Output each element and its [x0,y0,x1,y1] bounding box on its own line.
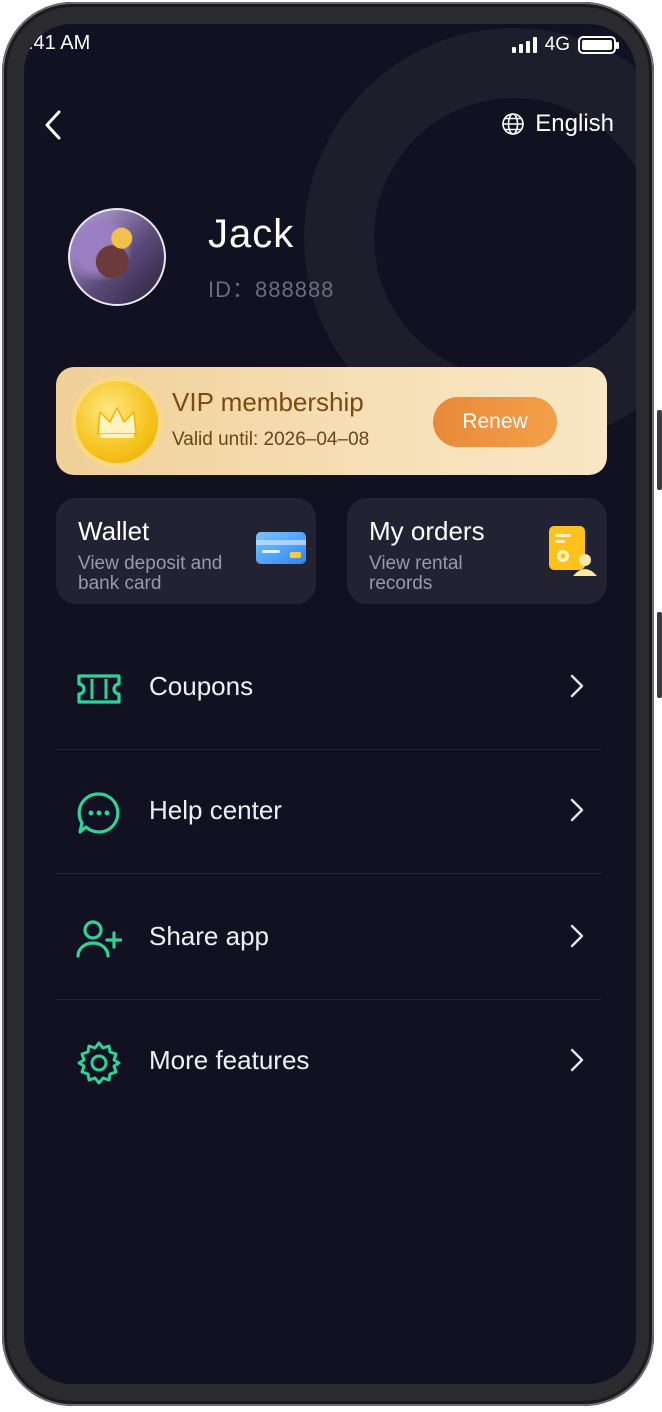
my-orders-subtitle: View rental records [369,553,463,594]
power-button [657,612,662,698]
ticket-icon [76,666,122,712]
chat-bubble-icon [76,790,122,836]
menu-item-help-center[interactable]: Help center [56,750,602,874]
menu-label-more-features: More features [149,1045,310,1075]
gear-icon [76,1040,122,1086]
user-id: ID：888888 [208,277,335,302]
chevron-right-icon [570,798,584,822]
menu-label-coupons: Coupons [149,671,254,701]
vip-membership-card[interactable]: VIP membership Valid until: 2026–04–08 R… [56,367,607,475]
chevron-right-icon [570,1048,584,1072]
renew-button[interactable]: Renew [433,397,557,447]
menu-item-share-app[interactable]: Share app [56,876,602,1000]
order-document-icon [545,524,599,583]
battery-icon [578,36,619,54]
vip-valid-until: Valid until: 2026–04–08 [172,429,370,450]
my-orders-title: My orders [369,516,485,546]
status-indicators: 4G [511,34,619,56]
chevron-right-icon [570,924,584,948]
menu-label-share-app: Share app [149,921,269,951]
signal-icon [511,37,537,53]
language-selector[interactable]: English [501,110,614,138]
menu-label-help-center: Help center [149,795,282,825]
chevron-left-icon [45,110,61,140]
volume-button [657,410,662,490]
menu-item-coupons[interactable]: Coupons [56,626,602,750]
avatar[interactable] [68,208,166,306]
bank-card-icon [254,528,308,573]
app-screen: :41 AM 4G English Jack ID：888888 VIP mem… [24,24,636,1384]
my-orders-tile[interactable]: My orders View rental records [347,498,607,604]
menu-item-more-features[interactable]: More features [56,1000,602,1124]
add-user-icon [76,916,122,962]
wallet-title: Wallet [78,516,150,546]
network-type: 4G [544,34,570,55]
back-button[interactable] [38,108,68,142]
chevron-right-icon [570,674,584,698]
crown-icon [97,407,137,438]
wallet-subtitle: View deposit and bank card [78,553,223,594]
language-label: English [535,110,614,137]
wallet-tile[interactable]: Wallet View deposit and bank card [56,498,316,604]
crown-coin-icon [76,381,158,463]
status-time: :41 AM [28,32,91,54]
vip-title: VIP membership [172,387,364,417]
globe-icon [502,113,525,135]
user-name: Jack [208,212,295,256]
